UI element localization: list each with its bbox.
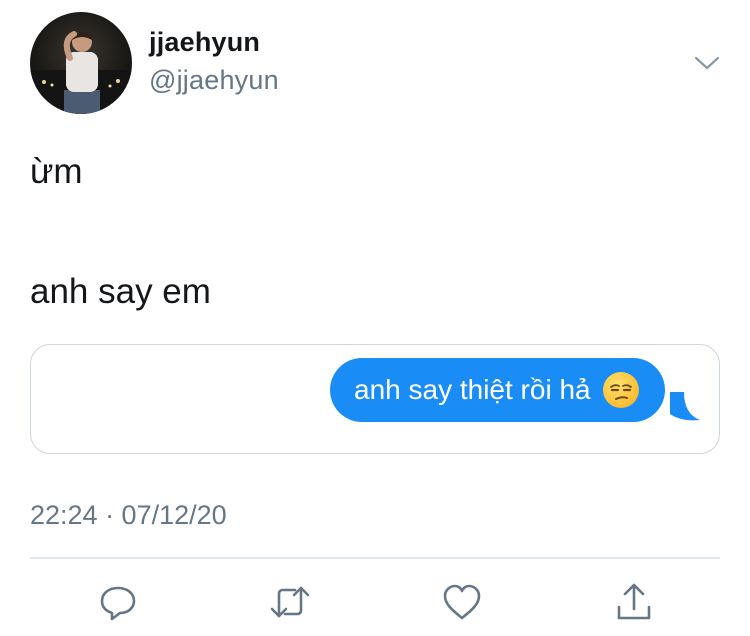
like-button[interactable] [440,580,484,624]
bubble-tail [670,392,700,421]
heart-icon [443,584,481,620]
more-options-button[interactable] [690,48,724,78]
retweet-icon [270,586,310,618]
tweet-text-line: ừm [30,152,83,191]
reply-button[interactable] [96,580,140,624]
message-bubble: anh say thiệt rồi hả [330,358,665,422]
divider [30,557,720,559]
unamused-face-emoji [602,372,639,408]
avatar-photo [30,31,132,114]
share-button[interactable] [612,580,656,624]
reply-icon [100,586,136,621]
chevron-down-icon [694,56,720,70]
retweet-button[interactable] [268,580,312,624]
user-handle[interactable]: @jjaehyun [149,65,279,96]
message-text: anh say thiệt rồi hả [354,374,591,405]
tweet-timestamp[interactable]: 22:24 · 07/12/20 [30,500,227,531]
display-name[interactable]: jjaehyun [149,27,260,58]
tweet-text-line: anh say em [30,272,211,311]
share-icon [617,583,651,620]
avatar[interactable] [30,12,132,114]
